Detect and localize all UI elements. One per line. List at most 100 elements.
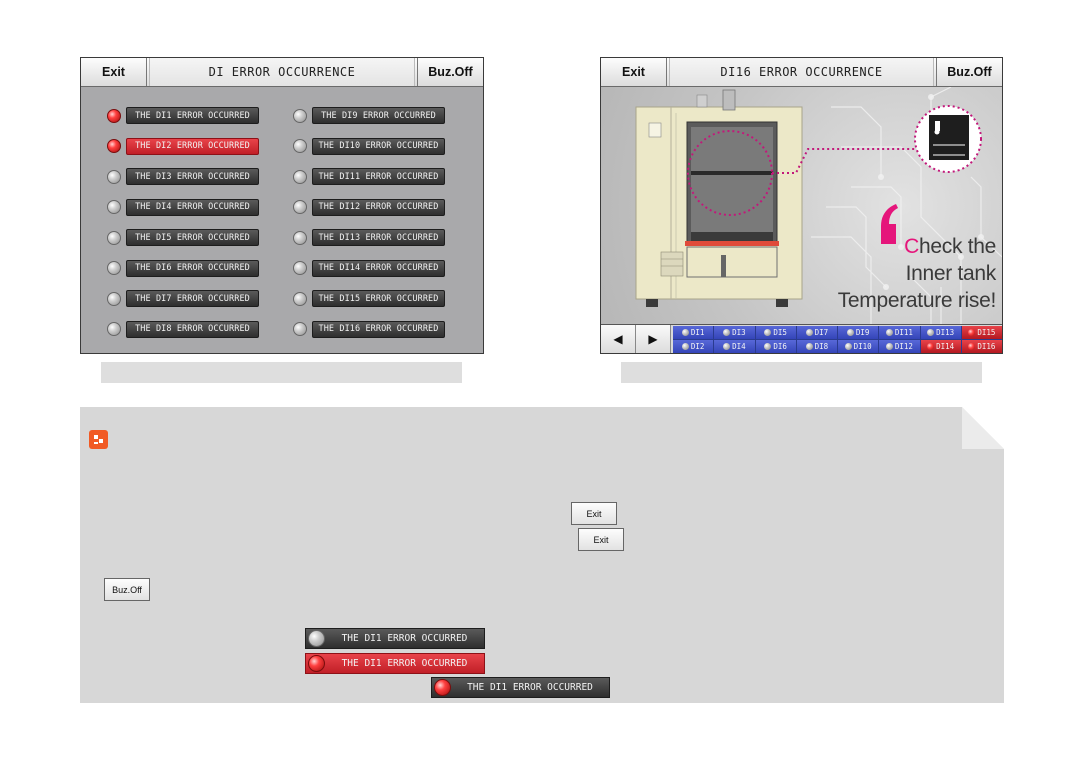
error-label: THE DI15 ERROR OCCURRED bbox=[312, 290, 445, 307]
error-label: THE DI2 ERROR OCCURRED bbox=[126, 137, 259, 155]
lamp-on-icon bbox=[434, 679, 451, 696]
di-indicator[interactable]: DI4 bbox=[714, 340, 755, 353]
error-label: THE DI4 ERROR OCCURRED bbox=[126, 198, 259, 216]
di-indicator[interactable]: DI9 bbox=[838, 326, 879, 339]
di-indicator-label: DI10 bbox=[853, 342, 872, 351]
error-label: THE DI3 ERROR OCCURRED bbox=[126, 168, 259, 185]
lamp-off-icon bbox=[293, 291, 307, 306]
lamp-on-icon bbox=[968, 343, 976, 350]
lamp-off-icon bbox=[927, 329, 935, 336]
lamp-off-icon bbox=[805, 343, 813, 350]
buzzer-off-button[interactable]: Buz.Off bbox=[417, 58, 483, 86]
error-label: THE DI16 ERROR OCCURRED bbox=[312, 320, 445, 338]
sample-text: THE DI1 ERROR OCCURRED bbox=[341, 633, 468, 644]
lamp-off-icon bbox=[846, 329, 854, 336]
di-indicator[interactable]: DI15 bbox=[961, 326, 1002, 339]
caption-placeholder bbox=[101, 362, 462, 383]
di-indicator-grid: DI1 DI3 DI5 DI7 DI9 DI11 DI13 DI15 DI2 DI4 DI6 DI8 D… bbox=[673, 326, 1002, 353]
di-detail-screen: Exit DI16 ERROR OCCURRENCE Buz.Off Check… bbox=[600, 57, 1003, 354]
lamp-off-icon bbox=[293, 169, 307, 184]
di-indicator-label: DI11 bbox=[894, 328, 913, 337]
lamp-on-icon bbox=[968, 329, 976, 336]
lamp-off-icon bbox=[293, 200, 307, 214]
sample-text: THE DI1 ERROR OCCURRED bbox=[467, 682, 593, 693]
lamp-off-icon bbox=[293, 230, 307, 245]
lamp-off-icon bbox=[764, 329, 772, 336]
caption-placeholder bbox=[621, 362, 982, 383]
lamp-off-icon bbox=[805, 329, 813, 336]
lamp-off-icon bbox=[723, 343, 731, 350]
di-indicator[interactable]: DI14 bbox=[920, 340, 961, 353]
di-indicator-label: DI15 bbox=[977, 328, 996, 337]
exit-button[interactable]: Exit bbox=[81, 58, 147, 86]
lamp-off-icon bbox=[293, 322, 307, 336]
sample-text: THE DI1 ERROR OCCURRED bbox=[341, 658, 468, 669]
error-row: THE DI6 ERROR OCCURRED bbox=[107, 259, 259, 277]
next-arrow-icon[interactable]: ▶ bbox=[636, 325, 671, 353]
error-label: THE DI1 ERROR OCCURRED bbox=[126, 107, 259, 124]
error-label: THE DI12 ERROR OCCURRED bbox=[312, 198, 445, 216]
error-row: THE DI5 ERROR OCCURRED bbox=[107, 229, 259, 246]
di-indicator-label: DI9 bbox=[855, 328, 870, 337]
error-row: THE DI15 ERROR OCCURRED bbox=[293, 290, 445, 307]
di-indicator-label: DI2 bbox=[690, 342, 705, 351]
di-indicator-label: DI6 bbox=[773, 342, 787, 351]
previous-arrow-icon[interactable]: ◀ bbox=[601, 325, 636, 353]
di-indicator[interactable]: DI10 bbox=[838, 340, 879, 353]
lamp-on-icon bbox=[107, 139, 121, 153]
error-label: THE DI6 ERROR OCCURRED bbox=[126, 259, 259, 277]
error-label: THE DI13 ERROR OCCURRED bbox=[312, 229, 445, 246]
message-line2: Inner tank bbox=[905, 262, 997, 285]
di-indicator[interactable]: DI16 bbox=[961, 340, 1002, 353]
lamp-off-icon bbox=[844, 343, 852, 350]
di-indicator[interactable]: DI7 bbox=[796, 326, 837, 339]
page-fold-corner bbox=[962, 407, 1004, 449]
di-indicator[interactable]: DI1 bbox=[673, 326, 714, 339]
error-row: THE DI12 ERROR OCCURRED bbox=[293, 198, 445, 216]
buzzer-off-button-sample[interactable]: Buz.Off bbox=[104, 578, 150, 601]
error-row: THE DI7 ERROR OCCURRED bbox=[107, 290, 259, 307]
lamp-off-icon bbox=[107, 230, 121, 245]
error-row: THE DI9 ERROR OCCURRED bbox=[293, 107, 445, 124]
lamp-off-icon bbox=[764, 343, 772, 350]
message-initial: C bbox=[904, 235, 919, 258]
lamp-off-icon bbox=[107, 200, 121, 214]
exit-button-sample[interactable]: Exit bbox=[571, 502, 617, 525]
lamp-off-icon bbox=[723, 329, 731, 336]
di-status-bar: ◀ ▶ DI1 DI3 DI5 DI7 DI9 DI11 DI13 DI15 DI2 DI4 DI6… bbox=[601, 324, 1002, 353]
di-indicator[interactable]: DI13 bbox=[920, 326, 961, 339]
note-panel: Exit Exit Buz.Off THE DI1 ERROR OCCURRED… bbox=[80, 407, 1004, 703]
top-bar: Exit DI ERROR OCCURRENCE Buz.Off bbox=[81, 58, 483, 87]
lamp-on-icon bbox=[308, 655, 325, 672]
exit-button-sample[interactable]: Exit bbox=[578, 528, 624, 551]
error-row: THE DI3 ERROR OCCURRED bbox=[107, 168, 259, 185]
lamp-on-icon bbox=[927, 343, 935, 350]
lamp-off-icon bbox=[293, 139, 307, 153]
di-indicator[interactable]: DI8 bbox=[796, 340, 837, 353]
error-row: THE DI2 ERROR OCCURRED bbox=[107, 137, 259, 155]
di-indicator[interactable]: DI3 bbox=[714, 326, 755, 339]
error-message: Check the Inner tank Temperature rise! bbox=[838, 233, 997, 314]
error-label-sample-off: THE DI1 ERROR OCCURRED bbox=[305, 628, 485, 649]
error-label: THE DI8 ERROR OCCURRED bbox=[126, 320, 259, 338]
di-indicator[interactable]: DI2 bbox=[673, 340, 714, 353]
di-indicator-label: DI12 bbox=[894, 342, 913, 351]
error-row: THE DI8 ERROR OCCURRED bbox=[107, 320, 259, 338]
lamp-off-icon bbox=[681, 343, 689, 350]
error-row: THE DI16 ERROR OCCURRED bbox=[293, 320, 445, 338]
top-bar: Exit DI16 ERROR OCCURRENCE Buz.Off bbox=[601, 58, 1002, 87]
exit-button[interactable]: Exit bbox=[601, 58, 667, 86]
di-indicator[interactable]: DI11 bbox=[879, 326, 920, 339]
error-label: THE DI7 ERROR OCCURRED bbox=[126, 290, 259, 307]
lamp-off-icon bbox=[107, 169, 121, 184]
bullet-square-icon bbox=[89, 430, 108, 449]
buzzer-off-button[interactable]: Buz.Off bbox=[936, 58, 1002, 86]
error-label-sample-lamp-on: THE DI1 ERROR OCCURRED bbox=[431, 677, 610, 698]
di-indicator[interactable]: DI12 bbox=[879, 340, 920, 353]
error-label: THE DI9 ERROR OCCURRED bbox=[312, 107, 445, 124]
di-indicator-label: DI14 bbox=[936, 342, 955, 351]
di-indicator[interactable]: DI6 bbox=[755, 340, 796, 353]
di-indicator[interactable]: DI5 bbox=[755, 326, 796, 339]
di-indicator-label: DI5 bbox=[773, 328, 787, 337]
di-indicator-label: DI13 bbox=[936, 328, 955, 337]
